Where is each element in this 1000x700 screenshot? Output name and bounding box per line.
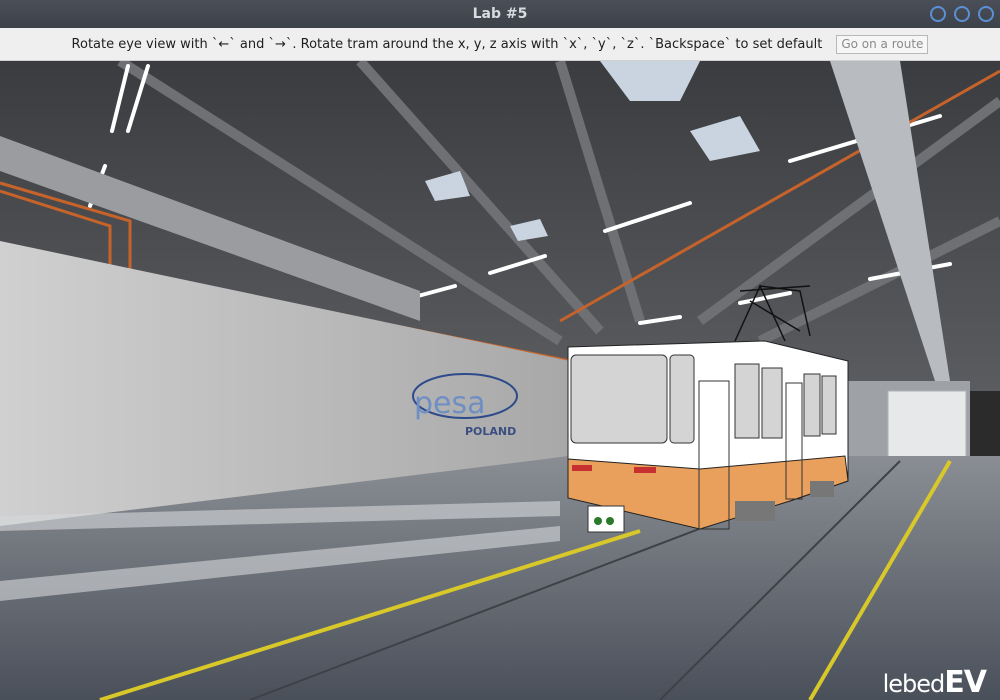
watermark-suffix: EV [944,665,987,700]
garage-door [887,390,967,462]
watermark: lebedEV [882,665,987,700]
controls-toolbar: Rotate eye view with `←` and `→`. Rotate… [0,28,1000,61]
3d-viewport[interactable]: pesa POLAND lebedEV [0,61,1000,700]
go-on-route-button[interactable]: Go on a route [836,34,929,54]
keyboard-hint-label: Rotate eye view with `←` and `→`. Rotate… [71,36,823,52]
window-title: Lab #5 [472,6,528,22]
maximize-button[interactable] [954,6,970,22]
window-controls [930,6,994,22]
minimize-button[interactable] [930,6,946,22]
title-bar: Lab #5 [0,0,1000,28]
logo-text: pesa [414,386,486,421]
watermark-prefix: lebed [882,670,946,698]
close-button[interactable] [978,6,994,22]
logo-subtext: POLAND [465,425,516,438]
depot-scene: pesa POLAND [0,61,1000,700]
